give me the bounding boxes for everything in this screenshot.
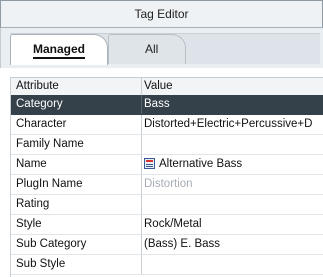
table-row-sub-category[interactable]: Sub Category (Bass) E. Bass: [11, 235, 323, 255]
column-separator: [141, 115, 142, 134]
value-cell[interactable]: Rock/Metal: [144, 215, 323, 234]
tab-all[interactable]: All: [108, 34, 186, 64]
value-cell[interactable]: Alternative Bass: [144, 155, 323, 174]
attribute-cell: Sub Style: [16, 258, 66, 270]
table-row-sub-style[interactable]: Sub Style: [11, 255, 323, 275]
column-separator: [141, 95, 142, 114]
window-title: Tag Editor: [0, 0, 323, 28]
table-row-family-name[interactable]: Family Name: [11, 135, 323, 155]
name-tag-icon[interactable]: [144, 158, 155, 169]
column-separator: [141, 255, 142, 274]
value-cell: Distortion: [144, 178, 193, 190]
table-row-rating[interactable]: Rating: [11, 195, 323, 215]
attribute-cell: Name: [16, 158, 47, 170]
attribute-cell: Sub Category: [16, 238, 87, 250]
column-separator: [141, 135, 142, 154]
column-separator: [141, 215, 142, 234]
table-row-plugin-name[interactable]: PlugIn Name Distortion: [11, 175, 323, 195]
table-header: Attribute Value: [11, 77, 323, 96]
value-cell[interactable]: (Bass) E. Bass: [144, 235, 323, 254]
attribute-cell: Style: [16, 218, 42, 230]
tab-managed[interactable]: Managed: [10, 34, 108, 65]
value-cell[interactable]: Distorted+Electric+Percussive+D: [144, 115, 323, 134]
table-row-style[interactable]: Style Rock/Metal: [11, 215, 323, 235]
tab-managed-label: Managed: [32, 42, 85, 59]
column-separator: [141, 235, 142, 254]
name-value-text: Alternative Bass: [159, 158, 243, 170]
column-separator: [141, 155, 142, 174]
tab-all-label: All: [145, 42, 159, 56]
column-header-value[interactable]: Value: [144, 78, 173, 95]
attribute-cell: PlugIn Name: [16, 178, 83, 190]
attribute-cell: Rating: [16, 198, 50, 210]
attribute-cell: Family Name: [16, 138, 84, 150]
table-row-category[interactable]: Category Bass: [11, 95, 323, 115]
table-row-character[interactable]: Character Distorted+Electric+Percussive+…: [11, 115, 323, 135]
column-separator: [141, 195, 142, 214]
table-row-name[interactable]: Name Alternative Bass: [11, 155, 323, 175]
value-cell[interactable]: Bass: [144, 95, 323, 114]
column-separator[interactable]: [141, 78, 142, 95]
column-header-attribute[interactable]: Attribute: [16, 78, 59, 95]
column-separator: [141, 175, 142, 194]
tag-table: Attribute Value Category Bass Character …: [10, 77, 323, 277]
attribute-cell: Category: [16, 98, 63, 110]
attribute-cell: Character: [16, 118, 67, 130]
